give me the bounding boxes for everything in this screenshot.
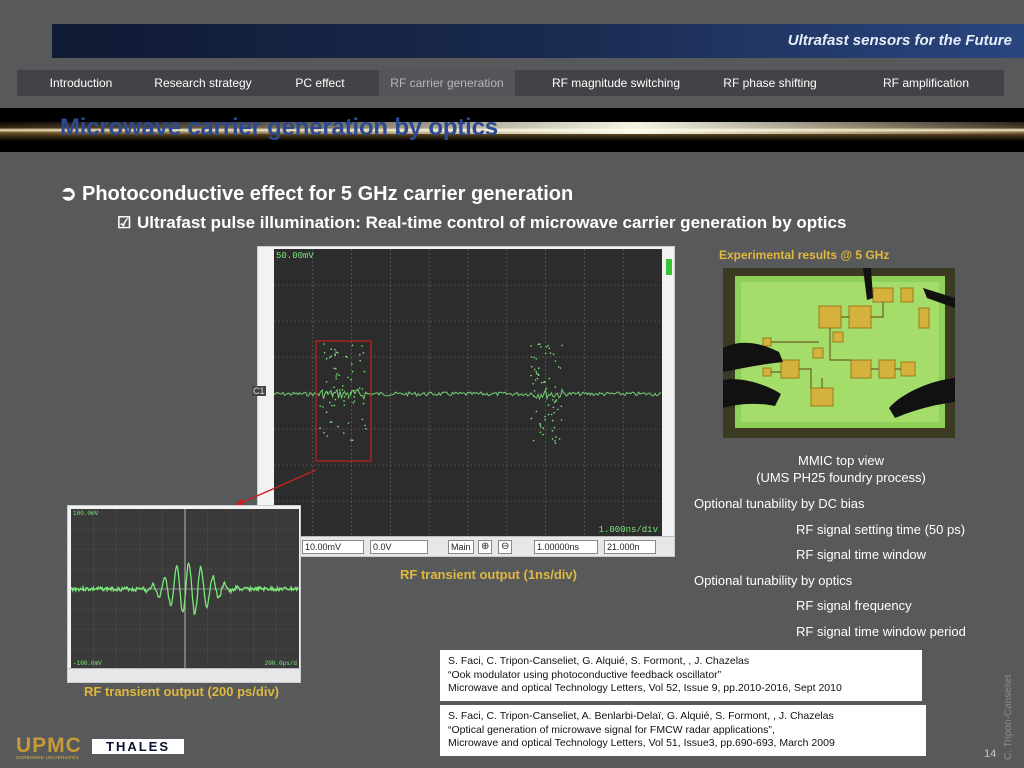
- zoom-control-bar: [68, 668, 300, 682]
- reference-1: S. Faci, C. Tripon-Canseliet, G. Alquié,…: [440, 650, 922, 701]
- mmic-caption-line2: (UMS PH25 foundry process): [756, 470, 926, 485]
- channel-marker: C1: [252, 386, 266, 396]
- tunability-optics-heading: Optional tunability by optics: [694, 573, 853, 588]
- header-bar: Ultrafast sensors for the Future: [52, 24, 1024, 58]
- bullet-level2-text: Ultrafast pulse illumination: Real-time …: [137, 213, 847, 232]
- oscilloscope-screen: 50.00mV V 1.000ns/div: [273, 249, 662, 538]
- upmc-logo: UPMC SORBONNE UNIVERSITÉS: [16, 734, 82, 760]
- scope-field-mode: Main: [448, 540, 474, 554]
- zoom-trace-plot: [70, 509, 299, 669]
- reference-2-title: “Optical generation of microwave signal …: [448, 723, 775, 736]
- zoom-bottom-left-label: -100.0mV: [73, 660, 102, 667]
- author-vertical: C. Tripon-Canseliet: [1003, 674, 1014, 760]
- scope-field-offset: 0.0V: [370, 540, 428, 554]
- oscilloscope-zoom: 100.0mV -100.0mV 200.0ps/d: [67, 505, 301, 683]
- reference-2-journal: Microwave and optical Technology Letters…: [448, 737, 835, 749]
- mmic-caption: MMIC top view (UMS PH25 foundry process): [700, 452, 982, 486]
- mmic-photo: [723, 268, 955, 438]
- tab-rf-carrier-generation[interactable]: RF carrier generation: [379, 70, 515, 96]
- checkbox-bullet-icon: ☑: [117, 215, 132, 232]
- tab-research-strategy[interactable]: Research strategy: [145, 70, 261, 96]
- scope-field-timebase: 1.00000ns: [534, 540, 598, 554]
- header-title: Ultrafast sensors for the Future: [787, 32, 1012, 49]
- arrow-bullet-icon: ➲: [60, 183, 77, 205]
- thales-logo: THALES: [92, 739, 184, 754]
- tab-introduction[interactable]: Introduction: [17, 70, 145, 96]
- reference-2: S. Faci, C. Tripon-Canseliet, A. Benlarb…: [440, 705, 926, 756]
- reference-1-authors: S. Faci, C. Tripon-Canseliet, G. Alquié,…: [448, 655, 750, 667]
- tab-rf-magnitude-switching[interactable]: RF magnitude switching: [539, 70, 693, 96]
- nav-bar: Introduction Research strategy PC effect…: [17, 70, 1004, 96]
- zoom-in-icon: ⊕: [478, 540, 492, 554]
- upmc-logo-subtext: SORBONNE UNIVERSITÉS: [16, 755, 80, 760]
- page-title: Microwave carrier generation by optics: [60, 114, 498, 141]
- reference-1-title: “Ook modulator using photoconductive fee…: [448, 668, 722, 681]
- zoom-timebase-label: 200.0ps/d: [264, 660, 297, 667]
- tab-rf-amplification[interactable]: RF amplification: [863, 70, 989, 96]
- experimental-title: Experimental results @ 5 GHz: [719, 248, 890, 262]
- reference-2-authors: S. Faci, C. Tripon-Canseliet, A. Benlarb…: [448, 710, 834, 722]
- scope-control-bar: 10.00mV 0.0V Main ⊕ ⊖ 1.00000ns 21.000n: [258, 536, 674, 556]
- scope-side-indicator: [666, 259, 672, 275]
- reference-1-journal: Microwave and optical Technology Letters…: [448, 682, 842, 694]
- upmc-logo-text: UPMC: [16, 734, 82, 757]
- page-number: 14: [984, 748, 997, 760]
- tunability-dc-item2: RF signal time window: [796, 547, 927, 562]
- zoom-scope-caption: RF transient output (200 ps/div): [84, 684, 280, 699]
- mmic-caption-line1: MMIC top view: [798, 453, 884, 468]
- scope-timebase-label: 1.000ns/div: [598, 525, 658, 535]
- tunability-dc-item1: RF signal setting time (50 ps): [796, 522, 966, 537]
- zoom-out-icon: ⊖: [498, 540, 512, 554]
- main-scope-caption: RF transient output (1ns/div): [400, 567, 577, 582]
- scope-voltage-label: 50.00mV: [276, 251, 314, 261]
- mmic-chip-image: [723, 268, 955, 438]
- tunability-optics-item1: RF signal frequency: [796, 598, 912, 613]
- tunability-dc-heading: Optional tunability by DC bias: [694, 496, 865, 511]
- bullet-level1: ➲ Photoconductive effect for 5 GHz carrie…: [60, 181, 573, 206]
- bullet-level2: ☑ Ultrafast pulse illumination: Real-time…: [117, 213, 846, 233]
- bullet-level1-text: Photoconductive effect for 5 GHz carrier…: [82, 183, 574, 205]
- tab-rf-phase-shifting[interactable]: RF phase shifting: [711, 70, 829, 96]
- tunability-optics-item2: RF signal time window period: [796, 624, 966, 639]
- zoom-voltage-label: 100.0mV: [73, 510, 99, 517]
- tab-pc-effect[interactable]: PC effect: [261, 70, 379, 96]
- scope-field-volts: 10.00mV: [302, 540, 364, 554]
- zoom-screen: 100.0mV -100.0mV 200.0ps/d: [70, 509, 299, 669]
- scope-field-delay: 21.000n: [604, 540, 656, 554]
- oscilloscope-trace-plot: [273, 249, 662, 538]
